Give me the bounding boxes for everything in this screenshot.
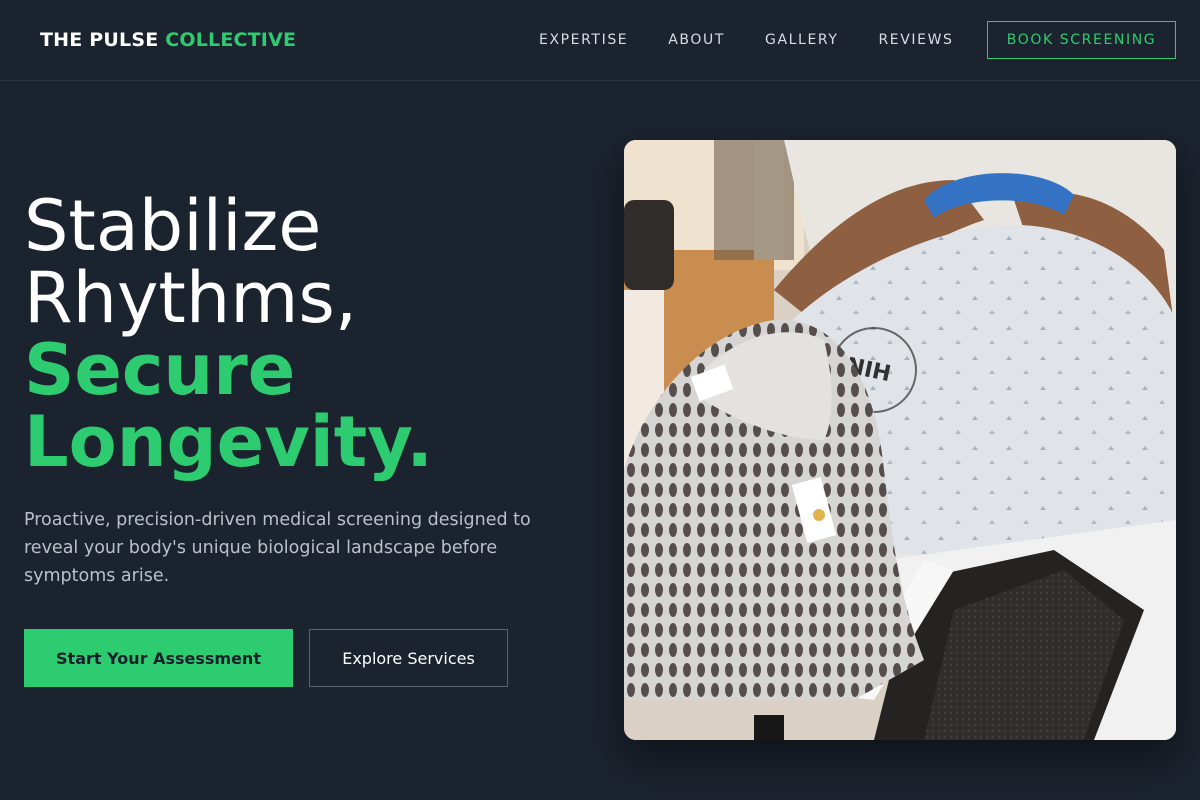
hero-title-line-3: Secure xyxy=(24,329,296,411)
nav-link-expertise[interactable]: EXPERTISE xyxy=(539,32,628,48)
hero-title-line-4: Longevity. xyxy=(24,401,433,483)
nav-link-gallery[interactable]: GALLERY xyxy=(765,32,838,48)
nav-link-about[interactable]: ABOUT xyxy=(668,32,725,48)
hero-title-line-2: Rhythms, xyxy=(24,257,358,339)
brand-name-accent: COLLECTIVE xyxy=(165,29,297,51)
patient-radiotherapy-mask-photo-icon: NIH xyxy=(624,140,1176,740)
explore-services-button[interactable]: Explore Services xyxy=(309,629,508,687)
brand-name: THE PULSE xyxy=(40,29,159,51)
hero-image: NIH xyxy=(624,140,1176,740)
hero-title: Stabilize Rhythms, Secure Longevity. xyxy=(24,190,584,478)
brand-logo[interactable]: THE PULSE COLLECTIVE xyxy=(40,29,296,51)
nav-link-reviews[interactable]: REVIEWS xyxy=(878,32,953,48)
site-header: THE PULSE COLLECTIVE EXPERTISE ABOUT GAL… xyxy=(0,0,1200,81)
hero-subtitle: Proactive, precision-driven medical scre… xyxy=(24,510,531,586)
hero-title-line-1: Stabilize xyxy=(24,185,322,267)
start-assessment-button[interactable]: Start Your Assessment xyxy=(24,629,293,687)
book-screening-button[interactable]: BOOK SCREENING xyxy=(987,21,1176,59)
main-nav: EXPERTISE ABOUT GALLERY REVIEWS xyxy=(539,32,954,48)
